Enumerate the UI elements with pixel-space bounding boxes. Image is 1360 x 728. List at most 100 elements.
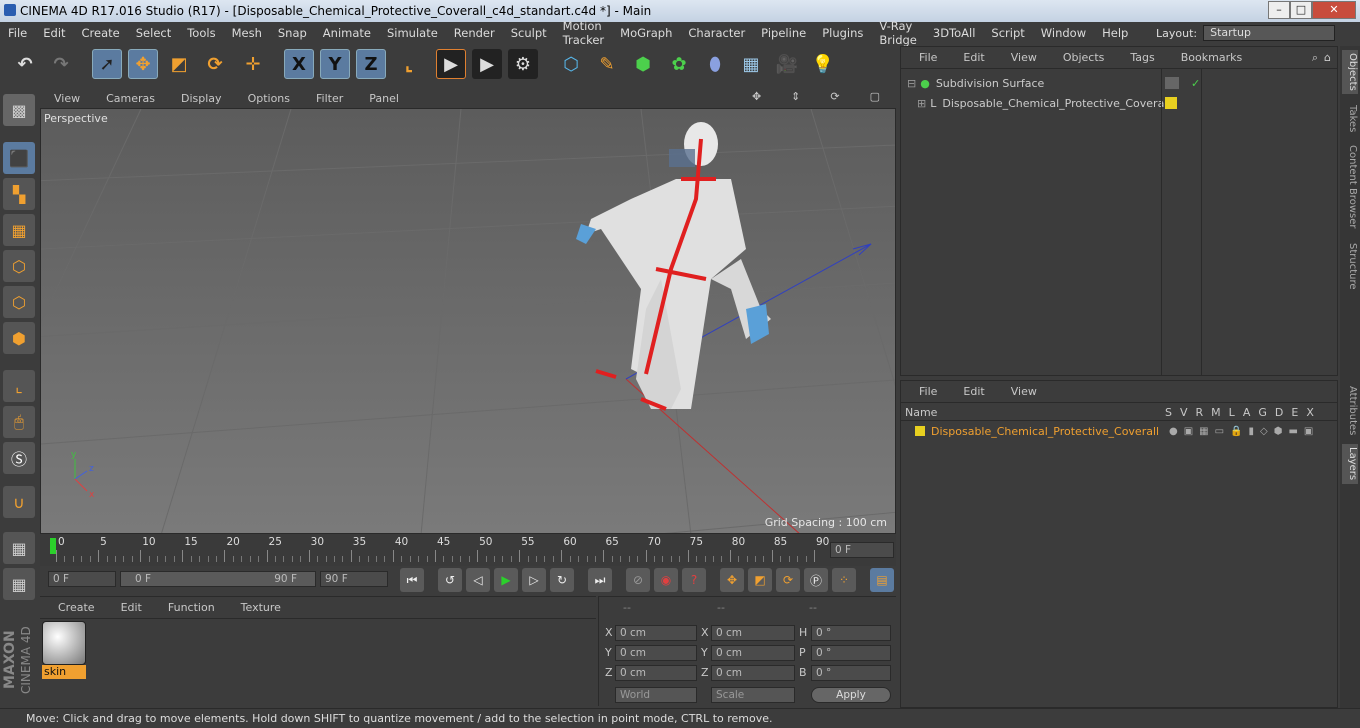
material-menu-texture[interactable]: Texture (223, 601, 289, 614)
menu-file[interactable]: File (0, 26, 35, 40)
material-menu-function[interactable]: Function (150, 601, 223, 614)
menu-tools[interactable]: Tools (179, 26, 223, 40)
edges-mode-icon[interactable]: ⬡ (3, 286, 35, 318)
size-y-field[interactable]: 0 cm (711, 645, 795, 661)
subdivision-icon[interactable]: ⬢ (628, 49, 658, 79)
y-axis-button[interactable]: Y (320, 49, 350, 79)
rot-p-field[interactable]: 0 ° (811, 645, 891, 661)
visibility-tag[interactable] (1165, 77, 1179, 89)
goto-end-icon[interactable]: ⏭ (588, 568, 612, 592)
minimize-button[interactable]: – (1268, 1, 1290, 19)
collapse-icon[interactable]: ⊟ (907, 77, 916, 90)
render-picture-viewer-icon[interactable]: ▶ (472, 49, 502, 79)
menu-sculpt[interactable]: Sculpt (503, 26, 555, 40)
object-row-coverall[interactable]: ⊞ L Disposable_Chemical_Protective_Cover… (901, 93, 1337, 113)
object-menu-bookmarks[interactable]: Bookmarks (1163, 51, 1250, 64)
floor-scene-icon[interactable]: ▦ (736, 49, 766, 79)
menu-script[interactable]: Script (983, 26, 1032, 40)
pos-x-field[interactable]: 0 cm (615, 625, 697, 641)
rot-h-field[interactable]: 0 ° (811, 625, 891, 641)
tab-content-browser[interactable]: Content Browser (1342, 142, 1358, 232)
key-pla-icon[interactable]: ⁘ (832, 568, 856, 592)
menu-mograph[interactable]: MoGraph (612, 26, 680, 40)
rotate-tool-icon[interactable]: ⟳ (200, 49, 230, 79)
undo-icon[interactable]: ↶ (10, 49, 40, 79)
next-key-icon[interactable]: ↻ (550, 568, 574, 592)
viewport-zoom-icon[interactable]: ⇕ (777, 90, 812, 103)
tweak-mode-icon[interactable]: 🖱 (3, 406, 35, 438)
x-axis-button[interactable]: X (284, 49, 314, 79)
menu-plugins[interactable]: Plugins (814, 26, 871, 40)
size-z-field[interactable]: 0 cm (711, 665, 795, 681)
menu-motion-tracker[interactable]: Motion Tracker (555, 19, 612, 47)
texture-mode-icon[interactable]: ▚ (3, 178, 35, 210)
material-skin[interactable]: skin (42, 621, 86, 679)
menu-edit[interactable]: Edit (35, 26, 73, 40)
cube-primitive-icon[interactable]: ⬡ (556, 49, 586, 79)
object-menu-tags[interactable]: Tags (1112, 51, 1162, 64)
redo-icon[interactable]: ↷ (46, 49, 76, 79)
expand-icon[interactable]: ⊞ (917, 97, 926, 110)
play-icon[interactable]: ▶ (494, 568, 518, 592)
menu-pipeline[interactable]: Pipeline (753, 26, 814, 40)
layer-menu-edit[interactable]: Edit (945, 385, 992, 398)
scale-tool-icon[interactable]: ◩ (164, 49, 194, 79)
tab-objects[interactable]: Objects (1342, 50, 1358, 94)
next-frame-icon[interactable]: ▷ (522, 568, 546, 592)
layer-row[interactable]: Disposable_Chemical_Protective_Coverall … (901, 421, 1337, 441)
menu-create[interactable]: Create (74, 26, 128, 40)
viewport-rotate-icon[interactable]: ⟳ (816, 90, 851, 103)
layer-color-tag[interactable] (1165, 97, 1177, 109)
cloner-icon[interactable]: ✿ (664, 49, 694, 79)
menu-vray-bridge[interactable]: V-Ray Bridge (871, 19, 924, 47)
model-mode-icon[interactable]: ⬛ (3, 142, 35, 174)
viewport-label[interactable]: Perspective (44, 112, 108, 125)
make-editable-icon[interactable]: ▩ (3, 94, 35, 126)
tab-layers[interactable]: Layers (1342, 444, 1358, 484)
material-menu-create[interactable]: Create (40, 601, 103, 614)
deformer-icon[interactable]: ⬮ (700, 49, 730, 79)
material-menu-edit[interactable]: Edit (103, 601, 150, 614)
object-name[interactable]: Disposable_Chemical_Protective_Coverall (942, 97, 1170, 110)
workplane-lock-icon[interactable]: ▦ (3, 532, 35, 564)
points-mode-icon[interactable]: ⬡ (3, 250, 35, 282)
menu-help[interactable]: Help (1094, 26, 1136, 40)
key-scale-icon[interactable]: ◩ (748, 568, 772, 592)
viewport-menu-view[interactable]: View (40, 92, 92, 105)
object-row-subdivision[interactable]: ⊟ ● Subdivision Surface ✓ (901, 73, 1337, 93)
object-menu-view[interactable]: View (993, 51, 1045, 64)
timeline-window-icon[interactable]: ▤ (870, 568, 894, 592)
key-position-icon[interactable]: ✥ (720, 568, 744, 592)
pos-z-field[interactable]: 0 cm (615, 665, 697, 681)
menu-select[interactable]: Select (128, 26, 179, 40)
layer-col-g[interactable]: G (1258, 406, 1267, 419)
size-mode-dropdown[interactable]: Scale (711, 687, 795, 703)
axis-mode-icon[interactable]: ⌞ (3, 370, 35, 402)
layer-col-a[interactable]: A (1243, 406, 1251, 419)
prev-key-icon[interactable]: ↺ (438, 568, 462, 592)
apply-button[interactable]: Apply (811, 687, 891, 703)
layer-col-v[interactable]: V (1180, 406, 1188, 419)
tab-structure[interactable]: Structure (1342, 240, 1358, 292)
close-button[interactable]: ✕ (1312, 1, 1356, 19)
record-icon[interactable]: ◉ (654, 568, 678, 592)
select-cursor-icon[interactable]: ➚ (92, 49, 122, 79)
layer-color-swatch[interactable] (915, 426, 925, 436)
menu-snap[interactable]: Snap (270, 26, 315, 40)
object-name[interactable]: Subdivision Surface (936, 77, 1044, 90)
tab-attributes[interactable]: Attributes (1342, 382, 1358, 440)
key-parameter-icon[interactable]: Ⓟ (804, 568, 828, 592)
rot-b-field[interactable]: 0 ° (811, 665, 891, 681)
layer-col-s[interactable]: S (1165, 406, 1172, 419)
viewport-move-icon[interactable]: ✥ (738, 90, 773, 103)
snap-magnet-icon[interactable]: ∪ (3, 486, 35, 518)
current-frame-field[interactable]: 0 F (830, 542, 894, 558)
layer-name[interactable]: Disposable_Chemical_Protective_Coverall (931, 425, 1159, 438)
layer-col-r[interactable]: R (1196, 406, 1204, 419)
viewport-perspective[interactable]: y z x Perspective Grid Spacing : 100 cm (40, 108, 896, 534)
key-rotation-icon[interactable]: ⟳ (776, 568, 800, 592)
menu-render[interactable]: Render (446, 26, 503, 40)
home-icon[interactable]: ⌂ (1324, 51, 1337, 64)
layer-menu-file[interactable]: File (901, 385, 945, 398)
record-lock-icon[interactable]: ⊘ (626, 568, 650, 592)
